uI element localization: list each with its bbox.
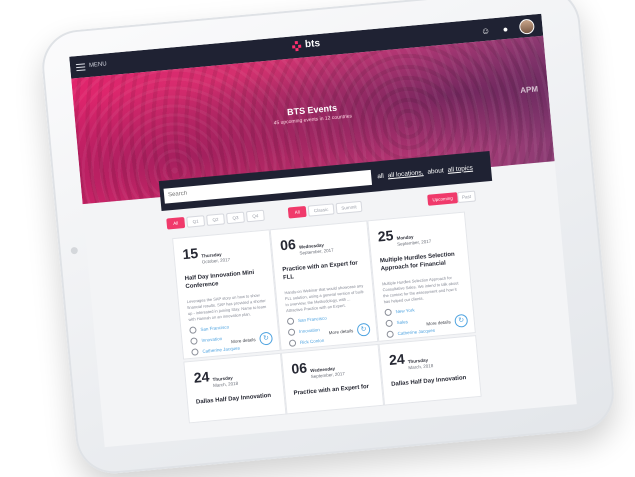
menu-button[interactable]: MENU (75, 61, 107, 71)
card-when: Monday September, 2017 (396, 233, 431, 248)
category-icon (287, 328, 296, 337)
card-location-text: New York (395, 307, 415, 315)
card-description: Leverages the SAP story on how to show f… (186, 292, 267, 322)
tablet-screen: MENU bts ☺ ● BTS Events 45 upcoming even… (69, 13, 577, 448)
type-filter-classic[interactable]: Classic (307, 203, 335, 217)
location-pin-icon (286, 317, 295, 326)
card-description: Multiple Hurdles Selection Approach for … (381, 274, 459, 305)
type-filter-all[interactable]: All (287, 205, 307, 219)
card-date: 15 Thursday October, 2017 (182, 238, 272, 267)
card-when: Thursday March, 2018 (212, 375, 238, 389)
more-details-label: More details (328, 328, 354, 336)
category-icon (190, 337, 198, 345)
event-card[interactable]: 15 Thursday October, 2017 Half Day Innova… (172, 229, 281, 360)
event-card[interactable]: 24 Thursday March, 2018 Dallas Half Day I… (378, 335, 482, 406)
card-date: 06 Wednesday September, 2017 (291, 353, 381, 382)
card-date: 24 Thursday March, 2018 (388, 344, 478, 373)
hero-sign-text: APM (519, 84, 539, 95)
filter-topics-link[interactable]: all topics (447, 164, 473, 173)
chat-icon[interactable]: ● (499, 23, 512, 34)
event-card[interactable]: 24 Thursday March, 2018 Dallas Half Day I… (183, 352, 287, 424)
search-filters: all all locations, about all topics (377, 164, 473, 180)
card-title[interactable]: Practice with an Expert for (293, 383, 373, 398)
past-toggle[interactable]: Past (457, 190, 476, 204)
card-month-year: October, 2017 (201, 257, 231, 265)
location-pin-icon (189, 326, 197, 334)
card-type-text: Innovation (201, 336, 223, 343)
event-card[interactable]: 06 Wednesday September, 2017 Practice wit… (280, 343, 385, 415)
avatar[interactable] (518, 18, 535, 35)
filter-about-label: about (427, 166, 444, 176)
type-filter-summit[interactable]: Summit (335, 200, 363, 215)
quarter-filter-q4[interactable]: Q4 (245, 209, 265, 223)
card-day: 24 (388, 350, 406, 368)
event-card[interactable]: 25 Monday September, 2017 Multiple Hurdle… (367, 211, 476, 342)
card-when: Thursday October, 2017 (201, 251, 230, 266)
card-date: 06 Wednesday September, 2017 (279, 229, 369, 258)
tablet-frame: MENU bts ☺ ● BTS Events 45 upcoming even… (38, 0, 618, 477)
card-contact-text: Rick Conlon (299, 337, 325, 345)
card-month-year: March, 2018 (408, 363, 434, 371)
quarter-filter-q1[interactable]: Q1 (186, 215, 206, 228)
card-title[interactable]: Practice with an Expert for FLL (282, 259, 363, 282)
upcoming-toggle[interactable]: Upcoming (427, 192, 459, 206)
card-day: 06 (290, 359, 308, 377)
arrow-circle-icon: ↻ (454, 313, 469, 328)
card-day: 25 (377, 227, 394, 245)
filter-all-link[interactable]: all (377, 172, 384, 180)
user-icon (191, 348, 199, 356)
card-when: Wednesday September, 2017 (299, 242, 334, 257)
user-icon (386, 330, 394, 339)
people-icon[interactable]: ☺ (479, 25, 492, 36)
card-description: Hands-on Webinar that would showcase any… (284, 283, 365, 314)
brand-name: bts (304, 37, 321, 51)
camera-dot (70, 246, 79, 255)
card-title[interactable]: Dallas Half Day Innovation (391, 374, 471, 389)
arrow-circle-icon: ↻ (356, 322, 371, 337)
card-day: 24 (193, 368, 211, 386)
brand-logo[interactable]: bts (292, 38, 321, 51)
more-details-label: More details (426, 319, 452, 327)
hamburger-icon (75, 62, 86, 71)
quarter-filter-q3[interactable]: Q3 (226, 211, 245, 225)
quarter-filter-all[interactable]: All (166, 216, 186, 230)
card-when: Wednesday September, 2017 (310, 365, 345, 380)
card-title[interactable]: Multiple Hurdles Selection Approach for … (380, 250, 461, 273)
menu-label: MENU (88, 61, 107, 69)
category-icon (385, 319, 393, 328)
arrow-circle-icon: ↻ (258, 331, 274, 346)
card-type-text: Sales (396, 319, 409, 326)
event-card[interactable]: 06 Wednesday September, 2017 Practice wit… (269, 220, 379, 351)
filter-locations-link[interactable]: all locations, (387, 169, 423, 179)
card-month-year: March, 2018 (212, 380, 239, 389)
stage: MENU bts ☺ ● BTS Events 45 upcoming even… (0, 0, 635, 477)
card-when: Thursday March, 2018 (408, 357, 434, 371)
card-location-text: San Francisco (297, 315, 327, 324)
location-pin-icon (384, 308, 392, 317)
card-date: 25 Monday September, 2017 (377, 221, 467, 250)
more-details-label: More details (230, 337, 256, 345)
quarter-filter-q2[interactable]: Q2 (206, 213, 226, 226)
logo-mark-icon (292, 40, 303, 51)
card-title[interactable]: Dallas Half Day Innovation (196, 391, 276, 406)
card-date: 24 Thursday March, 2018 (193, 362, 283, 391)
card-day: 06 (279, 236, 297, 254)
card-day: 15 (181, 244, 199, 263)
nav-actions: ☺ ● (479, 18, 535, 38)
card-location-text: San Francisco (200, 324, 230, 332)
card-type-text: Innovation (298, 327, 320, 335)
user-icon (288, 339, 297, 347)
card-title[interactable]: Half Day Innovation Mini Conference (184, 268, 265, 291)
